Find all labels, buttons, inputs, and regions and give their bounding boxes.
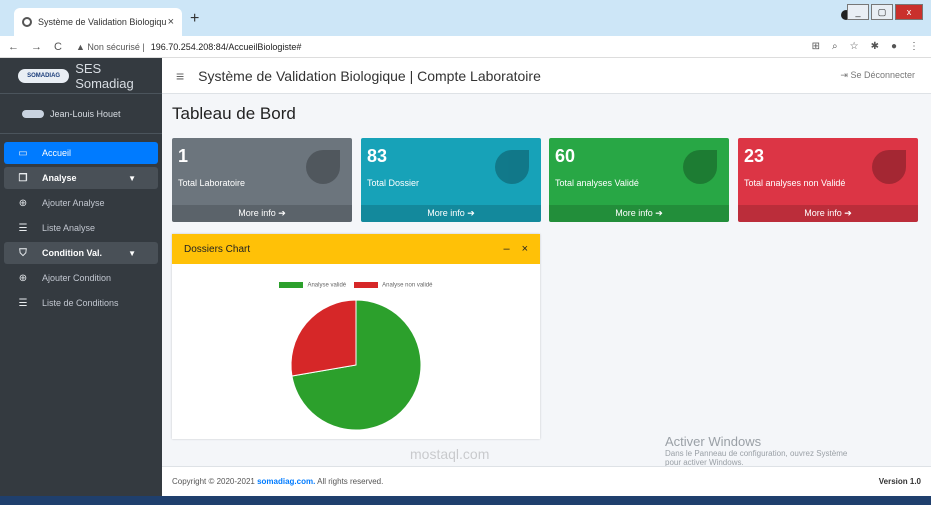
- sidebar-item-label: Ajouter Analyse: [42, 198, 105, 208]
- more-info-link[interactable]: More info ➔: [549, 205, 729, 222]
- pie-chart: [290, 299, 422, 431]
- sidebar-item-label: Ajouter Condition: [42, 273, 112, 283]
- stat-label: Total analyses non Validé: [744, 178, 846, 188]
- sidebar-item-condition-val[interactable]: ⛉ Condition Val. ▼: [4, 242, 158, 264]
- stat-label: Total Dossier: [367, 178, 420, 188]
- url-field[interactable]: 196.70.254.208:84/AccueilBiologiste#: [151, 42, 302, 52]
- logout-label: Se Déconnecter: [850, 70, 915, 80]
- copyright: Copyright © 2020-2021 somadiag.com. All …: [172, 477, 383, 486]
- header-title: Système de Validation Biologique | Compt…: [198, 67, 541, 84]
- sidebar-item-label: Liste de Conditions: [42, 298, 119, 308]
- globe-icon: [22, 17, 32, 27]
- minimize-window-button[interactable]: _: [847, 4, 869, 20]
- stat-box-laboratoire: 1 Total Laboratoire More info ➔: [172, 138, 352, 222]
- sidebar-item-liste-analyse[interactable]: ☰ Liste Analyse: [4, 217, 158, 239]
- translate-icon[interactable]: ⊞: [812, 41, 820, 52]
- star-icon[interactable]: ☆: [850, 41, 859, 52]
- shield-icon: ⛉: [19, 247, 27, 259]
- maximize-window-button[interactable]: ▢: [871, 4, 893, 20]
- sidebar: SOMADIAG SES Somadiag Jean-Louis Houet ▭…: [0, 58, 162, 496]
- minimize-card-button[interactable]: –: [503, 243, 509, 255]
- sidebar-item-ajouter-condition[interactable]: ⊕ Ajouter Condition: [4, 267, 158, 289]
- stat-label: Total Laboratoire: [178, 178, 246, 188]
- copyright-text: Copyright © 2020-2021: [172, 477, 255, 486]
- activation-title: Activer Windows: [665, 434, 762, 449]
- sidebar-item-analyse[interactable]: ❐ Analyse ▼: [4, 167, 158, 189]
- dossiers-chart-card: Dossiers Chart – × Analyse validé Analys…: [172, 234, 540, 439]
- sidebar-item-ajouter-analyse[interactable]: ⊕ Ajouter Analyse: [4, 192, 158, 214]
- back-icon[interactable]: ←: [8, 41, 19, 53]
- stat-box-non-valide: 23 Total analyses non Validé More info ➔: [738, 138, 918, 222]
- browser-tabbar: Système de Validation Biologiqu × + _ ▢ …: [0, 0, 931, 36]
- laptop-icon: ▭: [18, 147, 28, 159]
- close-card-button[interactable]: ×: [522, 243, 528, 255]
- stat-box-valide: 60 Total analyses Validé More info ➔: [549, 138, 729, 222]
- sidebar-item-label: Accueil: [42, 148, 72, 158]
- brand-name: SES Somadiag: [75, 60, 134, 91]
- plus-circle-icon: ⊕: [18, 197, 28, 209]
- rights-text: All rights reserved.: [317, 477, 384, 486]
- extensions-icon[interactable]: ✱: [871, 41, 879, 52]
- stat-value: 60: [555, 146, 576, 166]
- card-title: Dossiers Chart: [184, 243, 251, 255]
- sidebar-item-label: Condition Val.: [42, 248, 102, 258]
- address-bar: ← → C ▲ Non sécurisé | 196.70.254.208:84…: [0, 36, 931, 58]
- page-title: Tableau de Bord: [172, 104, 296, 123]
- window-controls: _ ▢ x: [847, 4, 923, 20]
- more-info-link[interactable]: More info ➔: [738, 205, 918, 222]
- new-tab-button[interactable]: +: [190, 10, 199, 28]
- watermark: mostaql.com: [410, 446, 490, 462]
- brand-logo: SOMADIAG: [18, 68, 70, 83]
- activation-text: Dans le Panneau de configuration, ouvrez…: [665, 449, 848, 458]
- user-panel[interactable]: Jean-Louis Houet: [0, 94, 162, 134]
- plus-circle-icon: ⊕: [18, 272, 28, 284]
- pie-chart-icon: [495, 150, 529, 184]
- tab-close-button[interactable]: ×: [168, 16, 174, 28]
- stat-value: 23: [744, 146, 765, 166]
- taskbar: [0, 496, 931, 505]
- copy-icon: ❐: [18, 172, 28, 184]
- user-name: Jean-Louis Houet: [50, 108, 121, 119]
- top-header: ≡ Système de Validation Biologique | Com…: [162, 58, 931, 94]
- sidebar-item-accueil[interactable]: ▭ Accueil: [4, 142, 158, 164]
- list-icon: ☰: [18, 297, 28, 309]
- pie-chart-icon: [683, 150, 717, 184]
- security-indicator[interactable]: ▲ Non sécurisé |: [76, 42, 145, 52]
- pie-chart-icon: [306, 150, 340, 184]
- list-icon: ☰: [18, 222, 28, 234]
- stat-value: 1: [178, 146, 189, 166]
- windows-activation-notice: Activer Windows Dans le Panneau de confi…: [665, 434, 847, 467]
- brand[interactable]: SOMADIAG SES Somadiag: [0, 58, 162, 94]
- stat-label: Total analyses Validé: [555, 178, 639, 188]
- chevron-down-icon: ▼: [128, 248, 136, 258]
- sidebar-item-label: Analyse: [42, 173, 77, 183]
- close-window-button[interactable]: x: [895, 4, 923, 20]
- reload-icon[interactable]: C: [54, 41, 62, 53]
- profile-icon[interactable]: ●: [891, 41, 897, 52]
- more-info-link[interactable]: More info ➔: [361, 205, 541, 222]
- pie-slice-1[interactable]: [290, 299, 357, 377]
- sidebar-item-liste-conditions[interactable]: ☰ Liste de Conditions: [4, 292, 158, 314]
- pie-chart-icon: [872, 150, 906, 184]
- avatar: [22, 109, 44, 118]
- menu-icon[interactable]: ⋮: [909, 41, 919, 52]
- stat-box-dossier: 83 Total Dossier More info ➔: [361, 138, 541, 222]
- version: Version 1.0: [878, 477, 921, 486]
- stat-value: 83: [367, 146, 388, 166]
- chevron-down-icon: ▼: [128, 173, 136, 183]
- forward-icon[interactable]: →: [31, 41, 42, 53]
- site-link[interactable]: somadiag.com.: [257, 477, 315, 486]
- card-header: Dossiers Chart – ×: [172, 234, 540, 264]
- logout-button[interactable]: ⇥ Se Déconnecter: [840, 70, 915, 81]
- sidebar-item-label: Liste Analyse: [42, 223, 96, 233]
- tab-title: Système de Validation Biologiqu: [38, 17, 167, 27]
- security-label: Non sécurisé: [87, 41, 140, 52]
- zoom-icon[interactable]: ⌕: [832, 41, 838, 52]
- footer: Copyright © 2020-2021 somadiag.com. All …: [162, 466, 931, 496]
- browser-tab[interactable]: Système de Validation Biologiqu ×: [14, 8, 182, 36]
- hamburger-icon[interactable]: ≡: [176, 68, 184, 84]
- more-info-link[interactable]: More info ➔: [172, 205, 352, 222]
